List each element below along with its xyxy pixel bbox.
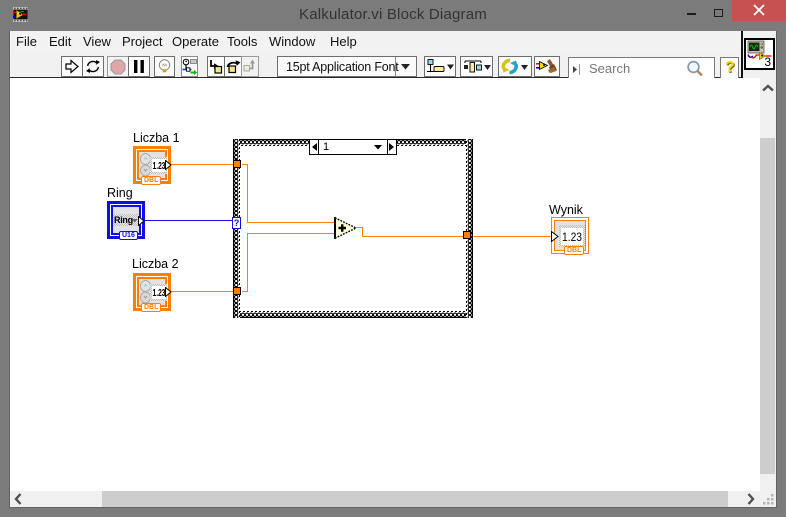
svg-text:1.23: 1.23 (562, 230, 582, 244)
svg-text:1.23: 1.23 (153, 288, 166, 299)
svg-text:1.23: 1.23 (153, 161, 166, 172)
